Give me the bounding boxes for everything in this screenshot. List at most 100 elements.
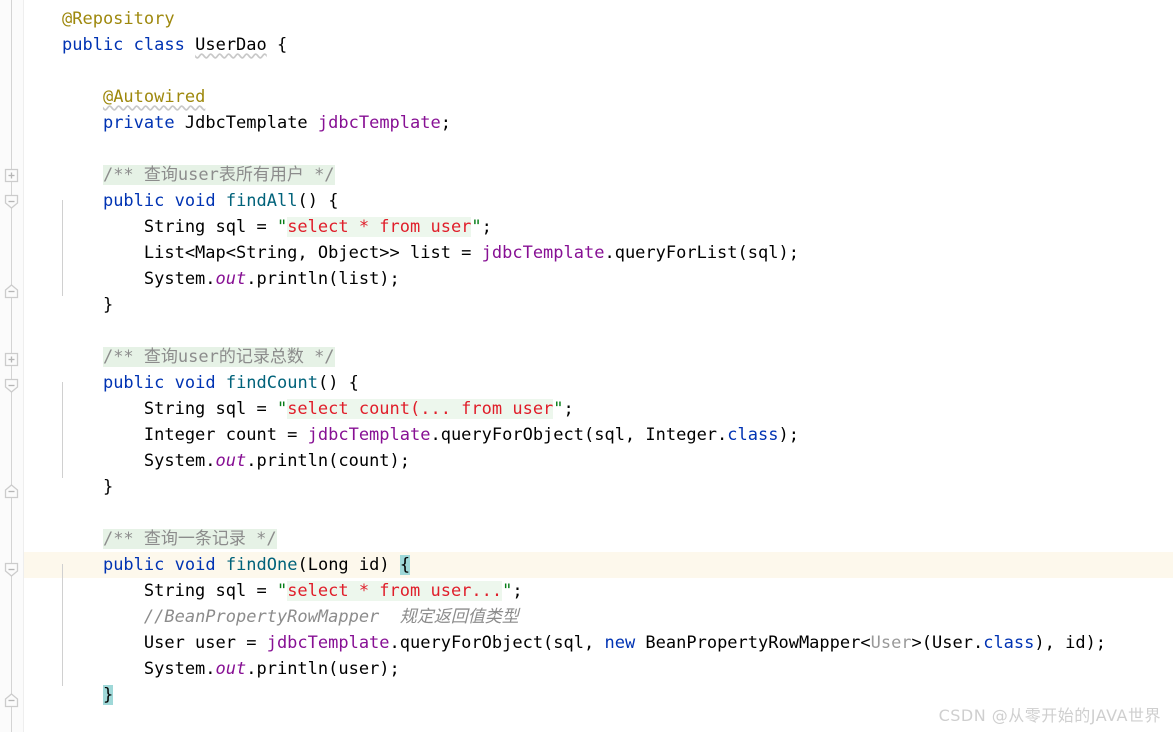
- code-line[interactable]: /** 查询user的记录总数 */: [23, 344, 335, 370]
- code-token: out: [216, 269, 247, 289]
- watermark: CSDN @从零开始的JAVA世界: [939, 702, 1161, 726]
- code-token: jdbcTemplate: [482, 243, 605, 263]
- code-token: jdbcTemplate: [318, 113, 441, 133]
- code-token: .println(list);: [246, 269, 400, 289]
- code-token: ": [277, 217, 287, 237]
- code-token: String sql =: [62, 399, 277, 419]
- code-token: new: [604, 633, 635, 653]
- code-token: [164, 373, 174, 393]
- code-token: ": [471, 217, 481, 237]
- code-token: User: [871, 633, 912, 653]
- fold-expanded-marker[interactable]: [4, 378, 19, 393]
- code-token: {: [267, 35, 287, 55]
- code-line[interactable]: User user = jdbcTemplate.queryForObject(…: [23, 630, 1106, 656]
- code-token: [185, 35, 195, 55]
- code-editor[interactable]: @Repository public class UserDao { @Autow…: [0, 0, 1173, 732]
- code-token: out: [216, 659, 247, 679]
- code-token: JdbcTemplate: [175, 113, 318, 133]
- code-token: select * from user: [287, 217, 471, 237]
- code-token: [62, 529, 103, 549]
- fold-end-marker[interactable]: [4, 484, 19, 499]
- code-token: /** 查询user的记录总数 */: [103, 347, 335, 367]
- fold-collapsed-marker[interactable]: [4, 352, 19, 367]
- code-token: System.: [62, 269, 216, 289]
- code-line[interactable]: [23, 136, 72, 162]
- code-line[interactable]: [23, 58, 72, 84]
- code-token: String sql =: [62, 217, 277, 237]
- code-line[interactable]: }: [23, 682, 113, 708]
- code-token: .queryForObject(sql, Integer.: [430, 425, 727, 445]
- code-token: /** 查询user表所有用户 */: [103, 165, 335, 185]
- code-line[interactable]: [23, 318, 72, 344]
- fold-expanded-marker[interactable]: [4, 194, 19, 209]
- code-token: jdbcTemplate: [267, 633, 390, 653]
- code-token: class: [983, 633, 1034, 653]
- code-token: [123, 35, 133, 55]
- code-token: ), id);: [1034, 633, 1106, 653]
- code-token: );: [778, 425, 798, 445]
- code-token: System.: [62, 659, 216, 679]
- code-token: /** 查询一条记录 */: [103, 529, 277, 549]
- code-token: ": [502, 581, 512, 601]
- code-token: [62, 191, 103, 211]
- code-token: out: [216, 451, 247, 471]
- code-token: class: [727, 425, 778, 445]
- code-token: [164, 191, 174, 211]
- code-token: @Repository: [62, 9, 175, 29]
- code-line[interactable]: @Autowired: [23, 84, 205, 110]
- code-token: }: [62, 477, 113, 497]
- code-token: [62, 555, 103, 575]
- code-token: () {: [318, 373, 359, 393]
- code-line[interactable]: }: [23, 474, 113, 500]
- code-token: ;: [441, 113, 451, 133]
- code-line[interactable]: /** 查询user表所有用户 */: [23, 162, 335, 188]
- fold-collapsed-marker[interactable]: [4, 168, 19, 183]
- code-token: [62, 607, 144, 627]
- code-line[interactable]: String sql = "select * from user";: [23, 214, 492, 240]
- code-line[interactable]: System.out.println(list);: [23, 266, 400, 292]
- code-token: (Long id): [297, 555, 399, 575]
- code-token: BeanPropertyRowMapper<: [635, 633, 870, 653]
- code-token: String sql =: [62, 581, 277, 601]
- code-token: ": [277, 581, 287, 601]
- code-line[interactable]: Integer count = jdbcTemplate.queryForObj…: [23, 422, 799, 448]
- code-line[interactable]: //BeanPropertyRowMapper 规定返回值类型: [23, 604, 519, 630]
- code-line[interactable]: @Repository: [23, 6, 175, 32]
- code-line[interactable]: String sql = "select count(... from user…: [23, 396, 574, 422]
- fold-expanded-marker[interactable]: [4, 562, 19, 577]
- code-token: void: [175, 373, 216, 393]
- code-line[interactable]: public void findOne(Long id) {: [23, 552, 410, 578]
- code-line[interactable]: public void findCount() {: [23, 370, 359, 396]
- code-line[interactable]: }: [23, 292, 113, 318]
- fold-end-marker[interactable]: [4, 284, 19, 299]
- code-token: List<Map<String, Object>> list =: [62, 243, 482, 263]
- code-token: .println(count);: [246, 451, 410, 471]
- code-text-layer[interactable]: @Repository public class UserDao { @Autow…: [23, 0, 1173, 732]
- code-token: () {: [297, 191, 338, 211]
- code-token: UserDao: [195, 35, 267, 55]
- editor-gutter[interactable]: [0, 0, 24, 732]
- code-token: {: [400, 555, 410, 575]
- code-token: public: [103, 555, 164, 575]
- code-token: class: [134, 35, 185, 55]
- code-line[interactable]: public class UserDao {: [23, 32, 287, 58]
- code-token: [164, 555, 174, 575]
- code-token: @Autowired: [103, 87, 205, 107]
- indent-guide: [62, 382, 63, 478]
- code-line[interactable]: public void findAll() {: [23, 188, 338, 214]
- code-line[interactable]: System.out.println(user);: [23, 656, 400, 682]
- code-token: System.: [62, 451, 216, 471]
- code-line[interactable]: [23, 500, 72, 526]
- code-line[interactable]: List<Map<String, Object>> list = jdbcTem…: [23, 240, 799, 266]
- code-token: >(User.: [912, 633, 984, 653]
- code-line[interactable]: System.out.println(count);: [23, 448, 410, 474]
- code-line[interactable]: private JdbcTemplate jdbcTemplate;: [23, 110, 451, 136]
- code-token: ;: [564, 399, 574, 419]
- code-token: ;: [482, 217, 492, 237]
- code-token: ": [553, 399, 563, 419]
- code-token: public: [62, 35, 123, 55]
- fold-end-marker[interactable]: [4, 693, 19, 708]
- code-line[interactable]: /** 查询一条记录 */: [23, 526, 277, 552]
- code-line[interactable]: String sql = "select * from user...";: [23, 578, 523, 604]
- code-token: jdbcTemplate: [308, 425, 431, 445]
